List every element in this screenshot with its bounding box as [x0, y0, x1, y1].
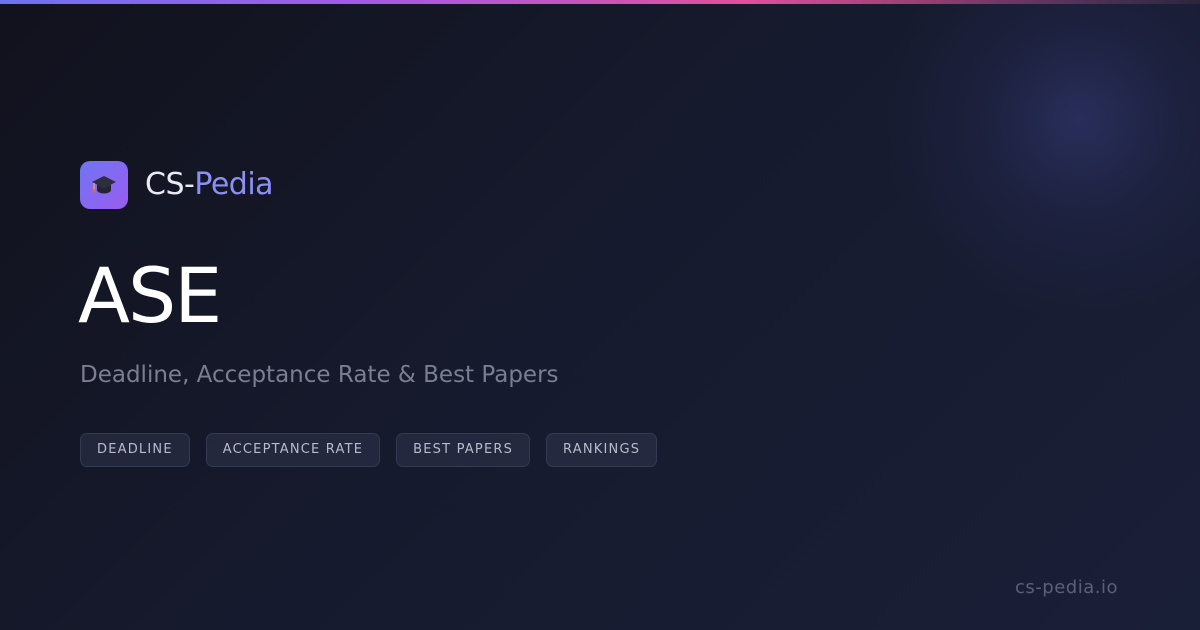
background-glow: [880, 0, 1200, 320]
brand-name-part2: Pedia: [194, 167, 274, 202]
tag-best-papers: BEST PAPERS: [396, 433, 531, 467]
social-card: CS-Pedia ASE Deadline, Acceptance Rate &…: [0, 0, 1200, 630]
tag-acceptance-rate: ACCEPTANCE RATE: [205, 433, 381, 467]
logo-badge: [80, 161, 128, 209]
graduation-cap-icon: [92, 176, 116, 194]
brand-logo-row: CS-Pedia: [80, 161, 274, 209]
brand-name: CS-Pedia: [145, 161, 274, 209]
tag-rankings: RANKINGS: [546, 433, 658, 467]
page-title: ASE: [78, 251, 222, 340]
tag-deadline: DEADLINE: [80, 433, 190, 467]
tag-list: DEADLINE ACCEPTANCE RATE BEST PAPERS RAN…: [80, 433, 658, 467]
brand-name-part1: CS-: [145, 167, 195, 202]
site-domain: cs-pedia.io: [1015, 577, 1118, 598]
page-subtitle: Deadline, Acceptance Rate & Best Papers: [80, 362, 559, 388]
